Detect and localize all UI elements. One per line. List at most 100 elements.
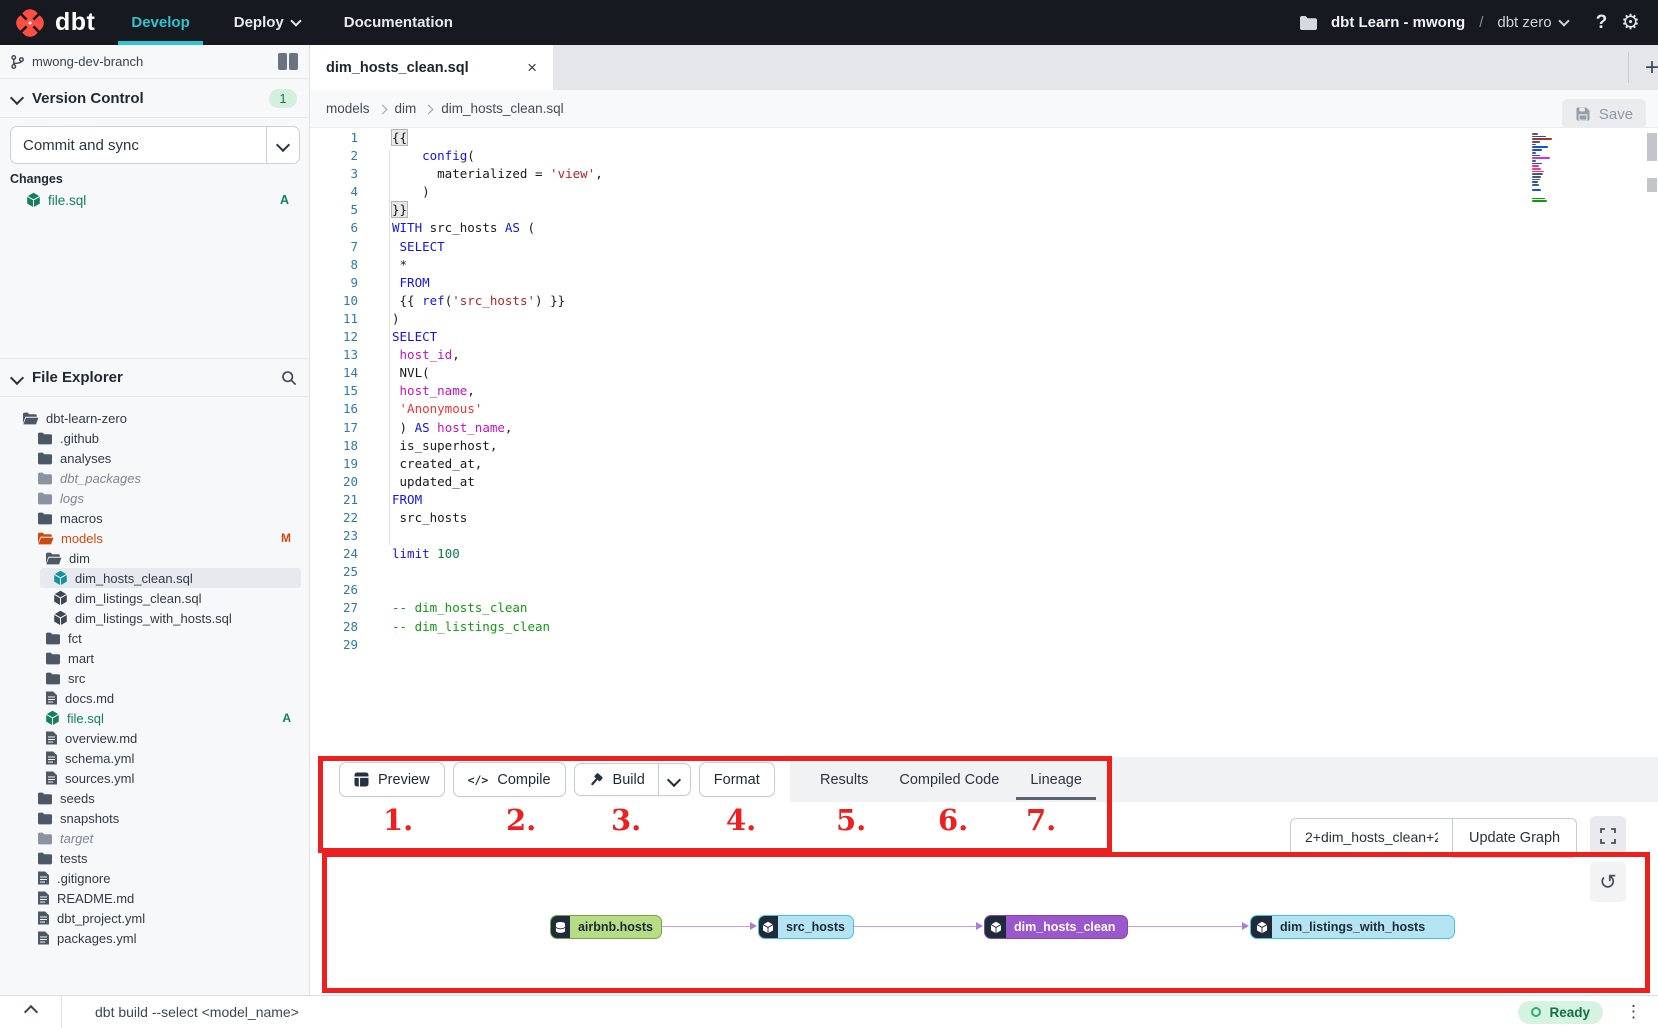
ide-status-badge[interactable]: Ready	[1518, 1001, 1603, 1024]
breadcrumb-segment[interactable]: dim_hosts_clean.sql	[441, 101, 563, 116]
nav-item-deploy[interactable]: Deploy	[234, 0, 300, 45]
tree-item-sources-yml[interactable]: sources.yml	[0, 768, 309, 788]
breadcrumb-segment[interactable]: dim	[395, 101, 417, 116]
cube-icon	[1256, 921, 1268, 934]
minimap[interactable]	[1532, 133, 1562, 203]
format-button[interactable]: Format	[699, 762, 775, 797]
build-button[interactable]: Build	[575, 764, 658, 795]
tree-item-dim-hosts-clean-sql[interactable]: dim_hosts_clean.sql	[0, 568, 309, 588]
reset-view-button[interactable]: ↺	[1590, 862, 1626, 902]
tree-item-mart[interactable]: mart	[0, 648, 309, 668]
lineage-node-dim-listings-with-hosts[interactable]: dim_listings_with_hosts	[1250, 915, 1455, 939]
code-line: 22 src_hosts	[320, 509, 603, 527]
scrollbar-thumb[interactable]	[1647, 178, 1657, 192]
cli-command-input[interactable]: dbt build --select <model_name>	[95, 1004, 299, 1020]
version-control-header[interactable]: Version Control 1	[0, 79, 309, 118]
database-icon	[554, 921, 567, 934]
new-tab-button[interactable]: +	[1637, 45, 1658, 90]
lineage-selector-input[interactable]	[1290, 818, 1452, 856]
lineage-node-src-hosts[interactable]: src_hosts	[758, 915, 854, 939]
lineage-node-dim-hosts-clean[interactable]: dim_hosts_clean	[984, 915, 1128, 939]
tree-item-dbt-learn-zero[interactable]: dbt-learn-zero	[0, 408, 309, 428]
tree-item-schema-yml[interactable]: schema.yml	[0, 748, 309, 768]
code-text: {{ ref('src_hosts') }}	[392, 293, 565, 308]
top-nav: dbt Develop Deploy Documentation dbt Learn…	[0, 0, 1658, 45]
tree-item-tests[interactable]: tests	[0, 848, 309, 868]
line-number: 8	[320, 256, 358, 274]
tab-compiled-code[interactable]: Compiled Code	[899, 757, 999, 802]
gear-icon[interactable]: ⚙	[1621, 12, 1640, 33]
code-text: materialized = 'view',	[392, 166, 603, 181]
tree-item-docs-md[interactable]: docs.md	[0, 688, 309, 708]
lineage-edge	[1128, 926, 1244, 927]
tree-item-src[interactable]: src	[0, 668, 309, 688]
folder-icon	[37, 431, 53, 446]
lineage-node-airbnb-hosts[interactable]: airbnb.hosts	[550, 915, 662, 939]
tree-item-macros[interactable]: macros	[0, 508, 309, 528]
tree-item-file-sql[interactable]: file.sqlA	[0, 708, 309, 728]
tree-item-packages-yml[interactable]: packages.yml	[0, 928, 309, 948]
tree-item-label: dbt_project.yml	[57, 911, 145, 926]
tree-item-dim-listings-with-hosts-sql[interactable]: dim_listings_with_hosts.sql	[0, 608, 309, 628]
code-line: 24limit 100	[320, 545, 603, 563]
chevron-down-icon	[1558, 15, 1569, 26]
tree-item--github[interactable]: .github	[0, 428, 309, 448]
kebab-menu-icon[interactable]: ⋮	[1625, 1002, 1642, 1022]
breadcrumb-segment[interactable]: models	[326, 101, 370, 116]
save-button[interactable]: Save	[1562, 99, 1646, 129]
dbt-logo[interactable]: dbt	[14, 7, 95, 39]
file-icon	[45, 690, 58, 706]
collapse-panel-button[interactable]	[0, 996, 62, 1028]
fullscreen-button[interactable]	[1590, 816, 1626, 856]
tree-item-seeds[interactable]: seeds	[0, 788, 309, 808]
nav-item-develop[interactable]: Develop	[131, 0, 189, 45]
file-explorer-header[interactable]: File Explorer	[0, 358, 309, 397]
update-graph-button[interactable]: Update Graph	[1452, 818, 1577, 858]
line-number: 20	[320, 473, 358, 491]
help-button[interactable]: ?	[1596, 12, 1608, 34]
tree-item-dbt-project-yml[interactable]: dbt_project.yml	[0, 908, 309, 928]
tree-item-snapshots[interactable]: snapshots	[0, 808, 309, 828]
search-icon[interactable]	[281, 370, 297, 386]
fullscreen-icon	[1600, 828, 1616, 844]
docs-columns-icon[interactable]	[277, 53, 299, 70]
commit-and-sync-button[interactable]: Commit and sync	[10, 126, 300, 164]
tree-item--gitignore[interactable]: .gitignore	[0, 868, 309, 888]
tree-item-overview-md[interactable]: overview.md	[0, 728, 309, 748]
tab-lineage[interactable]: Lineage	[1030, 757, 1082, 802]
close-icon[interactable]: ×	[527, 58, 537, 78]
tree-item-dim-listings-clean-sql[interactable]: dim_listings_clean.sql	[0, 588, 309, 608]
save-floppy-icon	[1575, 106, 1591, 122]
tree-item-dbt-packages[interactable]: dbt_packages	[0, 468, 309, 488]
tree-item-label: dim	[69, 551, 90, 566]
code-line: 4 )	[320, 183, 603, 201]
build-options-caret[interactable]	[658, 764, 690, 795]
code-editor[interactable]: 1{{2 config(3 materialized = 'view',4 )5…	[310, 128, 1658, 757]
tree-item-models[interactable]: modelsM	[0, 528, 309, 548]
file-icon	[37, 870, 50, 886]
code-text: }}	[392, 202, 407, 217]
tree-item-logs[interactable]: logs	[0, 488, 309, 508]
commit-options-caret[interactable]	[266, 127, 299, 163]
tree-item-readme-md[interactable]: README.md	[0, 888, 309, 908]
scrollbar-thumb[interactable]	[1647, 133, 1657, 161]
tree-item-label: dbt-learn-zero	[46, 411, 127, 426]
tab-dim-hosts-clean[interactable]: dim_hosts_clean.sql ×	[310, 45, 553, 90]
preview-button[interactable]: Preview	[339, 762, 445, 797]
version-control-title: Version Control	[32, 90, 144, 107]
project-selector[interactable]: dbt Learn - mwong	[1331, 14, 1465, 31]
tree-item-analyses[interactable]: analyses	[0, 448, 309, 468]
tree-item-dim[interactable]: dim	[0, 548, 309, 568]
tree-item-label: tests	[60, 851, 87, 866]
tab-results[interactable]: Results	[820, 757, 868, 802]
environment-selector[interactable]: dbt zero	[1497, 14, 1567, 31]
nav-item-documentation[interactable]: Documentation	[344, 0, 453, 45]
chevron-down-icon	[276, 138, 290, 152]
changed-file-row[interactable]: file.sqlA	[0, 189, 309, 211]
changes-count-badge: 1	[269, 89, 297, 108]
tree-item-target[interactable]: target	[0, 828, 309, 848]
line-number: 11	[320, 310, 358, 328]
compile-button[interactable]: </>Compile	[453, 762, 566, 797]
folder-icon	[37, 511, 53, 526]
tree-item-fct[interactable]: fct	[0, 628, 309, 648]
